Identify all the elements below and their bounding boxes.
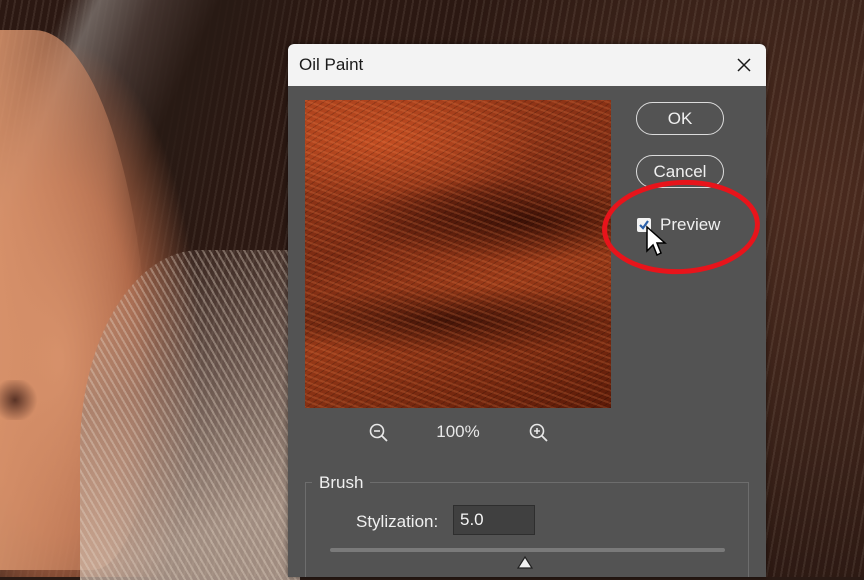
zoom-out-icon <box>369 423 388 442</box>
brush-group-label: Brush <box>312 473 371 493</box>
preview-image[interactable] <box>305 100 611 408</box>
stylization-input[interactable]: 5.0 <box>453 505 535 535</box>
zoom-in-icon <box>529 423 548 442</box>
preview-label: Preview <box>660 215 721 234</box>
background-eye <box>0 380 40 420</box>
stylization-slider[interactable] <box>330 548 725 552</box>
dialog-titlebar: Oil Paint <box>288 44 766 86</box>
dialog-title: Oil Paint <box>299 55 364 74</box>
zoom-level: 100% <box>436 422 480 441</box>
slider-thumb-icon[interactable] <box>516 555 534 571</box>
close-icon <box>737 58 751 72</box>
zoom-in-button[interactable] <box>528 422 550 444</box>
ok-button[interactable]: OK <box>636 102 724 135</box>
preview-option[interactable]: Preview <box>637 215 720 235</box>
stylization-label: Stylization: <box>356 512 439 531</box>
preview-checkbox[interactable] <box>637 218 651 232</box>
oil-paint-dialog: Oil Paint 100% OK Cancel Preview Brush S… <box>288 44 766 577</box>
cancel-button[interactable]: Cancel <box>636 155 724 188</box>
close-button[interactable] <box>728 49 760 81</box>
checkmark-icon <box>639 220 649 230</box>
zoom-out-button[interactable] <box>368 422 390 444</box>
